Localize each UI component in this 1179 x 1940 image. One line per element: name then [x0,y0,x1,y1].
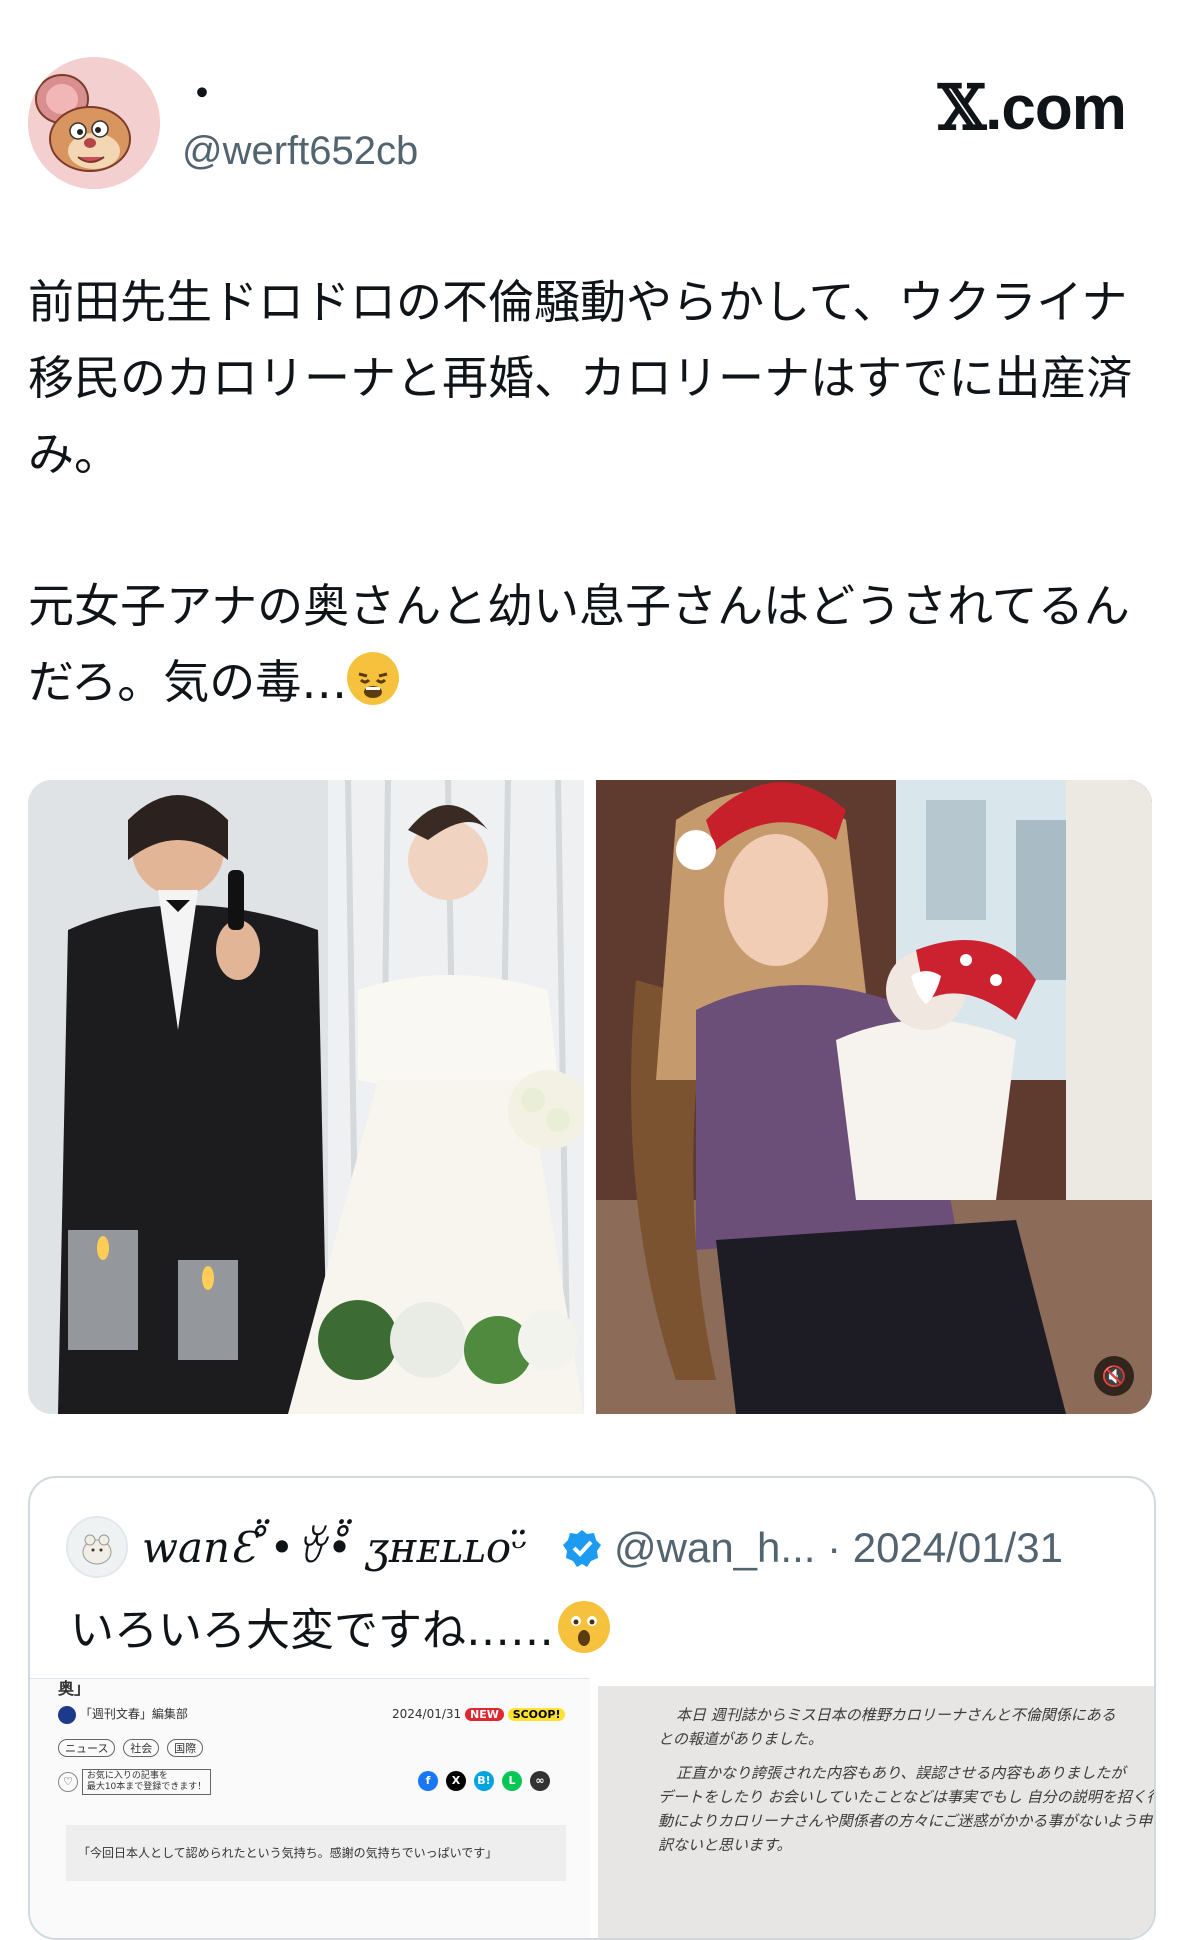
tweet-text: 前田先生ドロドロの不倫騒動やらかして、ウクライナ移民のカロリーナと再婚、カロリー… [28,264,1148,720]
tag-international[interactable]: 国際 [167,1739,204,1757]
share-icons: f X B! L ∞ [410,1771,550,1791]
brand-suffix: .com [985,74,1127,143]
bunshun-logo-icon [58,1705,76,1724]
article-source-row: 「週刊文春」編集部 [58,1705,188,1724]
favorite-note: お気に入りの記事を 最大10本まで登録できます！ [81,1769,212,1795]
verified-badge-icon [562,1528,602,1568]
bear-avatar-icon [82,1534,112,1565]
hatena-icon[interactable]: B! [474,1771,494,1791]
fav-note-line2: 最大10本まで登録できます！ [86,1782,207,1792]
article-date-row: 2024/01/31 NEW SCOOP! [392,1707,566,1721]
favorite-row: ♡ お気に入りの記事を 最大10本まで登録できます！ [58,1769,212,1795]
scoop-badge: SCOOP! [507,1708,566,1721]
mother-baby-photo-image [596,780,1152,1414]
x-share-icon[interactable]: X [446,1771,466,1791]
quoted-text: いろいろ大変ですね…… [70,1605,554,1656]
fav-note-line1: お気に入りの記事を [86,1771,168,1781]
article-quote-line: 「今回日本人として認められたという気持ち。感謝の気持ちでいっぱいです」 [66,1825,566,1881]
facebook-icon[interactable]: f [418,1771,438,1791]
letter-line-3: 正直かなり誇張された内容もあり、誤認させる内容もありましたが [676,1764,1126,1782]
wedding-photo-image [28,780,584,1414]
quoted-avatar[interactable] [66,1516,128,1578]
quoted-handle-date[interactable]: @wan_h... · 2024/01/31 [614,1520,1063,1576]
link-icon[interactable]: ∞ [530,1771,550,1791]
new-badge: NEW [465,1708,504,1721]
article-tags: ニュース 社会 国際 [58,1739,207,1757]
tag-news[interactable]: ニュース [58,1739,116,1757]
article-date: 2024/01/31 [392,1707,462,1721]
letter-line-6: 訳ないと思います。 [658,1836,792,1854]
line-icon[interactable]: L [502,1771,522,1791]
heart-icon[interactable]: ♡ [58,1772,78,1792]
wedding-photo[interactable] [28,780,584,1414]
tweet-paragraph-1: 前田先生ドロドロの不倫騒動やらかして、ウクライナ移民のカロリーナと再婚、カロリー… [28,275,1133,481]
tag-society[interactable]: 社会 [123,1739,160,1757]
avatar[interactable] [28,57,160,189]
mother-baby-photo[interactable] [596,780,1152,1414]
letter-line-1: 本日 週刊誌からミス日本の椎野カロリーナさんと不倫関係にある [676,1706,1116,1724]
astonished-face-emoji-icon [558,1601,610,1653]
quoted-display-name[interactable]: wanƐ ̊̈•ꈊ•̊̈ ʒʜᴇʟʟᴏᵕ̈ [142,1520,527,1576]
mute-icon[interactable]: 🔇 [1094,1356,1134,1396]
tweet-paragraph-2: 元女子アナの奥さんと幼い息子さんはどうされてるんだろ。気の毒… [28,579,1130,709]
user-handle[interactable]: @werft652cb [182,126,418,176]
letter-line-5: 動によりカロリーナさんや関係者の方々にご迷惑がかかる事がないよう申し [658,1812,1154,1830]
letter-line-4: デートをしたり お会いしていたことなどは事実でもし 自分の説明を招く行 [658,1788,1154,1806]
quoted-tweet-card[interactable]: wanƐ ̊̈•ꈊ•̊̈ ʒʜᴇʟʟᴏᵕ̈ @wan_h... · 2024/0… [28,1476,1156,1940]
article-screenshot[interactable]: 奥」 「週刊文春」編集部 2024/01/31 NEW SCOOP! ニュース … [30,1678,590,1938]
weary-face-emoji-icon [347,652,400,705]
letter-line-2: との報道がありました。 [658,1730,823,1748]
cartoon-mouse-avatar-icon [28,57,160,189]
handwritten-letter-image[interactable]: 本日 週刊誌からミス日本の椎野カロリーナさんと不倫関係にある との報道がありまし… [598,1686,1154,1938]
quoted-tweet-text: いろいろ大変ですね…… [70,1598,610,1664]
x-com-watermark: 𝕏.com [938,71,1127,145]
article-top-fragment: 奥」 [58,1679,91,1698]
x-logo-icon: 𝕏 [938,71,986,144]
display-name[interactable]: ・ [182,74,222,114]
article-source: 「週刊文春」編集部 [79,1707,188,1721]
